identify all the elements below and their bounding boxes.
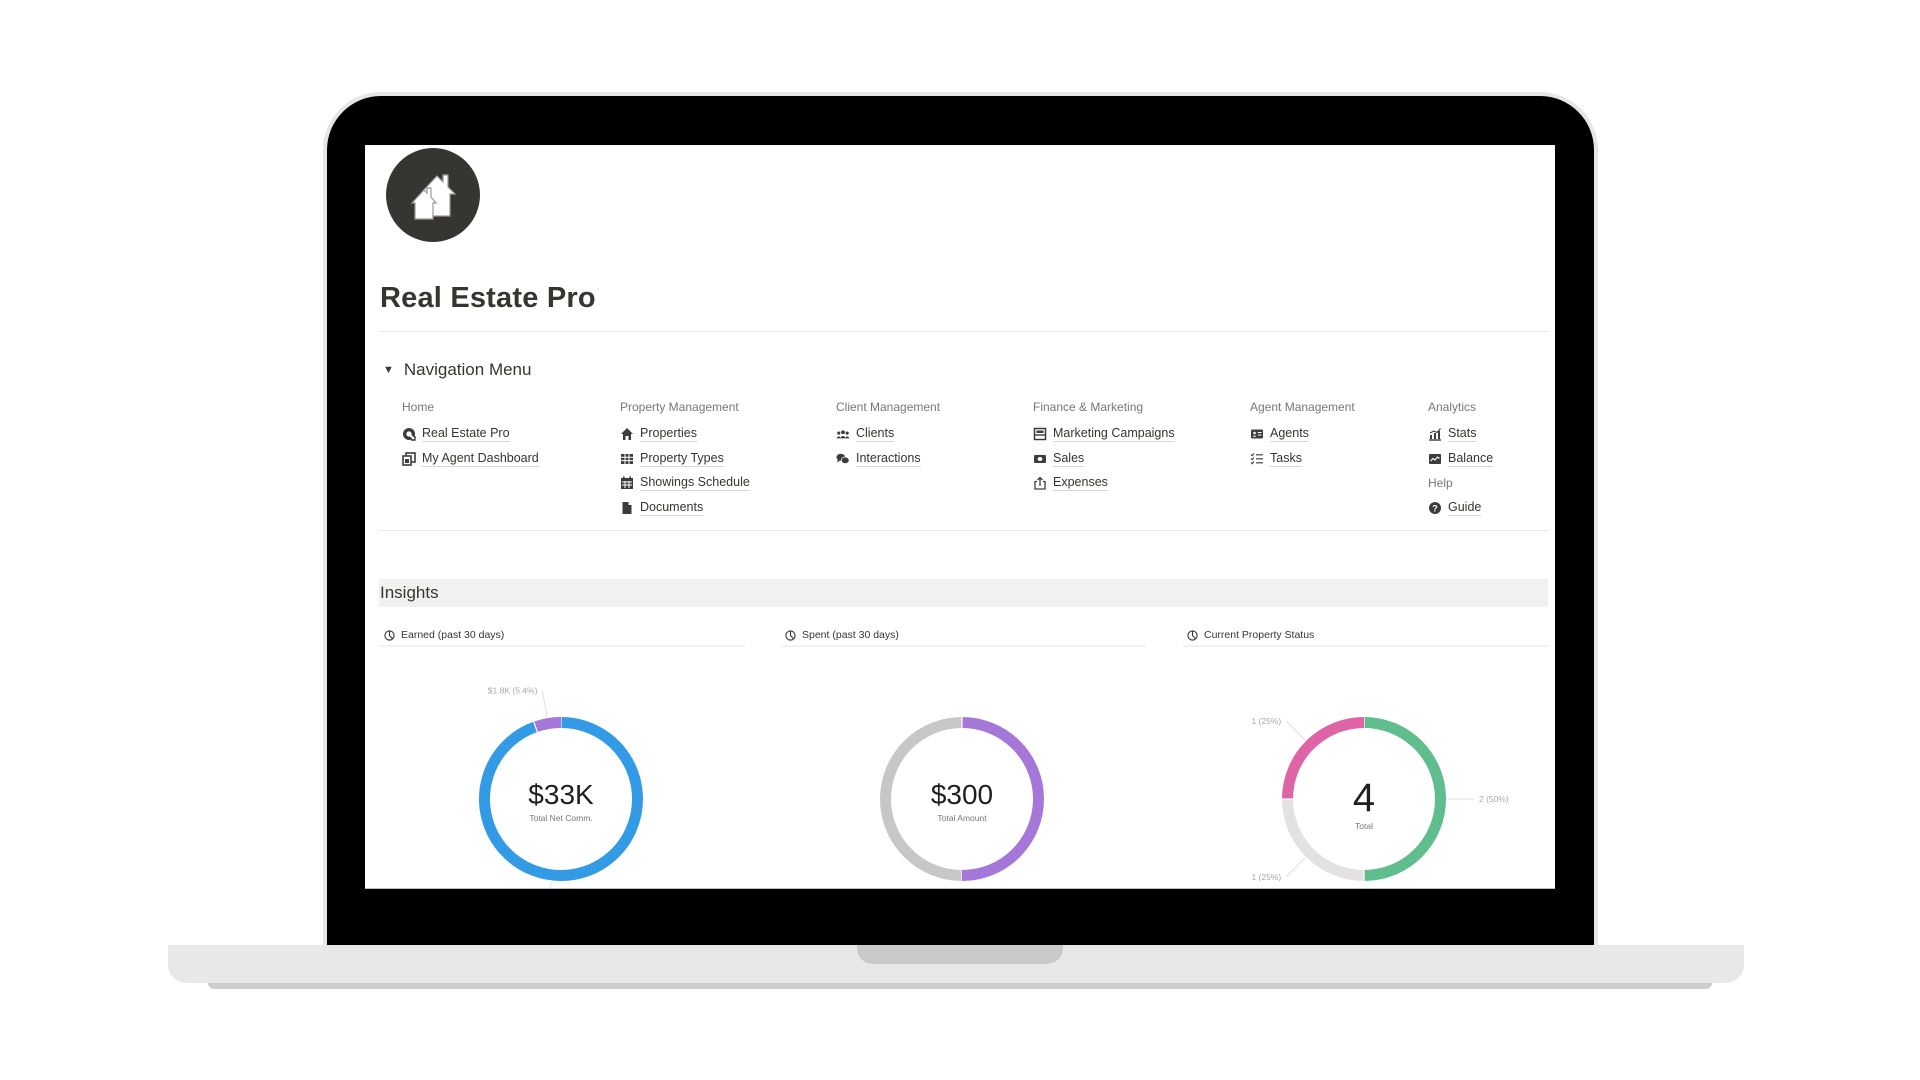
page-title: Real Estate Pro <box>380 282 596 314</box>
nav-item-properties[interactable]: Properties <box>620 422 750 447</box>
pie-chart-icon <box>1187 629 1198 641</box>
nav-item-documents[interactable]: Documents <box>620 496 750 521</box>
leader-line <box>549 881 553 888</box>
chart-card-header: Current Property Status <box>1183 625 1548 647</box>
nav-item-stats[interactable]: Stats <box>1428 422 1493 447</box>
chart-card-title: Spent (past 30 days) <box>802 629 899 641</box>
nav-item-marketing-campaigns[interactable]: Marketing Campaigns <box>1033 422 1175 447</box>
nav-item-real-estate-pro[interactable]: Real Estate Pro <box>402 422 539 447</box>
refresh-arrow-icon <box>402 427 416 441</box>
spent-donut-chart: $300 Total Amount <box>880 717 1044 881</box>
navigation-menu-toggle[interactable]: ▼ Navigation Menu <box>383 360 531 380</box>
center-label: Total Amount <box>937 813 987 823</box>
center-value: $300 <box>931 779 993 810</box>
nav-item-clients[interactable]: Clients <box>836 422 940 447</box>
navigation-menu-label: Navigation Menu <box>403 360 532 379</box>
leader-line <box>542 690 548 718</box>
nav-item-interactions[interactable]: Interactions <box>836 447 940 472</box>
people-icon <box>836 427 850 441</box>
chart-card-title: Earned (past 30 days) <box>401 629 505 641</box>
nav-column-analytics: Analytics Stats Balance Help ? Guide <box>1428 398 1494 521</box>
earned-donut-chart: $1.8K (5.4%) $33K Total Net Comm. <box>479 686 643 888</box>
grid-icon <box>620 452 634 466</box>
screen: Real Estate Pro ▼ Navigation Menu Home R… <box>365 145 1555 889</box>
nav-heading-help: Help <box>1428 476 1453 490</box>
insights-heading: Insights <box>379 579 1548 607</box>
nav-item-property-types[interactable]: Property Types <box>620 447 750 472</box>
center-label: Total <box>1355 821 1373 831</box>
center-value: $33K <box>528 779 594 810</box>
nav-heading: Analytics <box>1428 400 1477 414</box>
donut-segment <box>1363 717 1446 881</box>
center-label: Total Net Comm. <box>529 813 592 823</box>
nav-heading: Finance & Marketing <box>1033 400 1144 414</box>
nav-item-my-agent-dashboard[interactable]: My Agent Dashboard <box>402 447 539 472</box>
checklist-icon <box>1250 452 1264 466</box>
data-label: 2 (50%) <box>1479 794 1509 804</box>
center-value: 4 <box>1353 776 1375 820</box>
data-label: 1 (25%) <box>1251 716 1281 726</box>
nav-heading: Agent Management <box>1250 400 1355 414</box>
question-icon: ? <box>1428 501 1442 515</box>
nav-column-agent-management: Agent Management Agents Tasks <box>1250 398 1355 471</box>
title-divider <box>379 331 1548 332</box>
nav-heading: Home <box>402 400 435 414</box>
data-label: 1 (25%) <box>1251 872 1281 882</box>
leader-line <box>1285 857 1306 878</box>
chart-card-header: Earned (past 30 days) <box>380 625 745 647</box>
nav-divider <box>379 530 1548 531</box>
nav-item-showings-schedule[interactable]: Showings Schedule <box>620 471 750 496</box>
chart-card-header: Spent (past 30 days) <box>781 625 1146 647</box>
nav-item-balance[interactable]: Balance <box>1428 447 1494 472</box>
property-status-donut-chart: 2 (50%) 1 (25%) 1 (25%) 4Total <box>1251 716 1509 882</box>
pie-chart-icon <box>785 629 796 641</box>
document-icon <box>620 501 634 515</box>
nav-column-home: Home Real Estate Pro My Agent Dashboard <box>402 398 539 471</box>
page-logo <box>386 148 480 242</box>
house-icon <box>410 174 457 220</box>
nav-heading: Client Management <box>836 400 941 414</box>
chart-card-title: Current Property Status <box>1204 629 1315 641</box>
nav-item-tasks[interactable]: Tasks <box>1250 447 1355 472</box>
dashboard-icon <box>402 451 416 466</box>
money-icon <box>1033 452 1047 466</box>
chart-card-earned[interactable]: Earned (past 30 days) $1.8K (5.4%) $33K To… <box>380 625 745 888</box>
upload-icon <box>1033 476 1047 490</box>
nav-item-agents[interactable]: Agents <box>1250 422 1355 447</box>
calendar-icon <box>620 476 634 490</box>
nav-heading: Property Management <box>620 400 739 414</box>
nav-item-expenses[interactable]: Expenses <box>1033 471 1175 496</box>
data-label: $1.8K (5.4%) <box>488 686 538 696</box>
line-chart-icon <box>1428 452 1442 466</box>
chart-card-property-status[interactable]: Current Property Status 2 (50%) 1 (25%) 1 … <box>1183 625 1548 888</box>
nav-column-property-management: Property Management Properties Property … <box>620 398 750 520</box>
window-icon <box>1033 427 1047 441</box>
nav-column-finance-marketing: Finance & Marketing Marketing Campaigns … <box>1033 398 1175 496</box>
nav-column-client-management: Client Management Clients Interactions <box>836 398 940 471</box>
laptop-base-shadow <box>208 983 1712 989</box>
id-card-icon <box>1250 427 1264 441</box>
laptop-notch <box>857 945 1063 964</box>
chat-bubbles-icon <box>836 452 850 466</box>
chart-icon <box>1428 427 1442 441</box>
caret-down-icon: ▼ <box>383 364 394 376</box>
leader-line <box>1285 720 1306 741</box>
nav-item-sales[interactable]: Sales <box>1033 447 1175 472</box>
donut-segment <box>533 717 562 733</box>
nav-item-guide[interactable]: ? Guide <box>1428 496 1493 521</box>
chart-card-spent[interactable]: Spent (past 30 days) $300 Total Amount <box>781 625 1146 888</box>
svg-text:?: ? <box>1432 503 1438 513</box>
home-icon <box>620 427 634 441</box>
pie-chart-icon <box>384 629 395 641</box>
